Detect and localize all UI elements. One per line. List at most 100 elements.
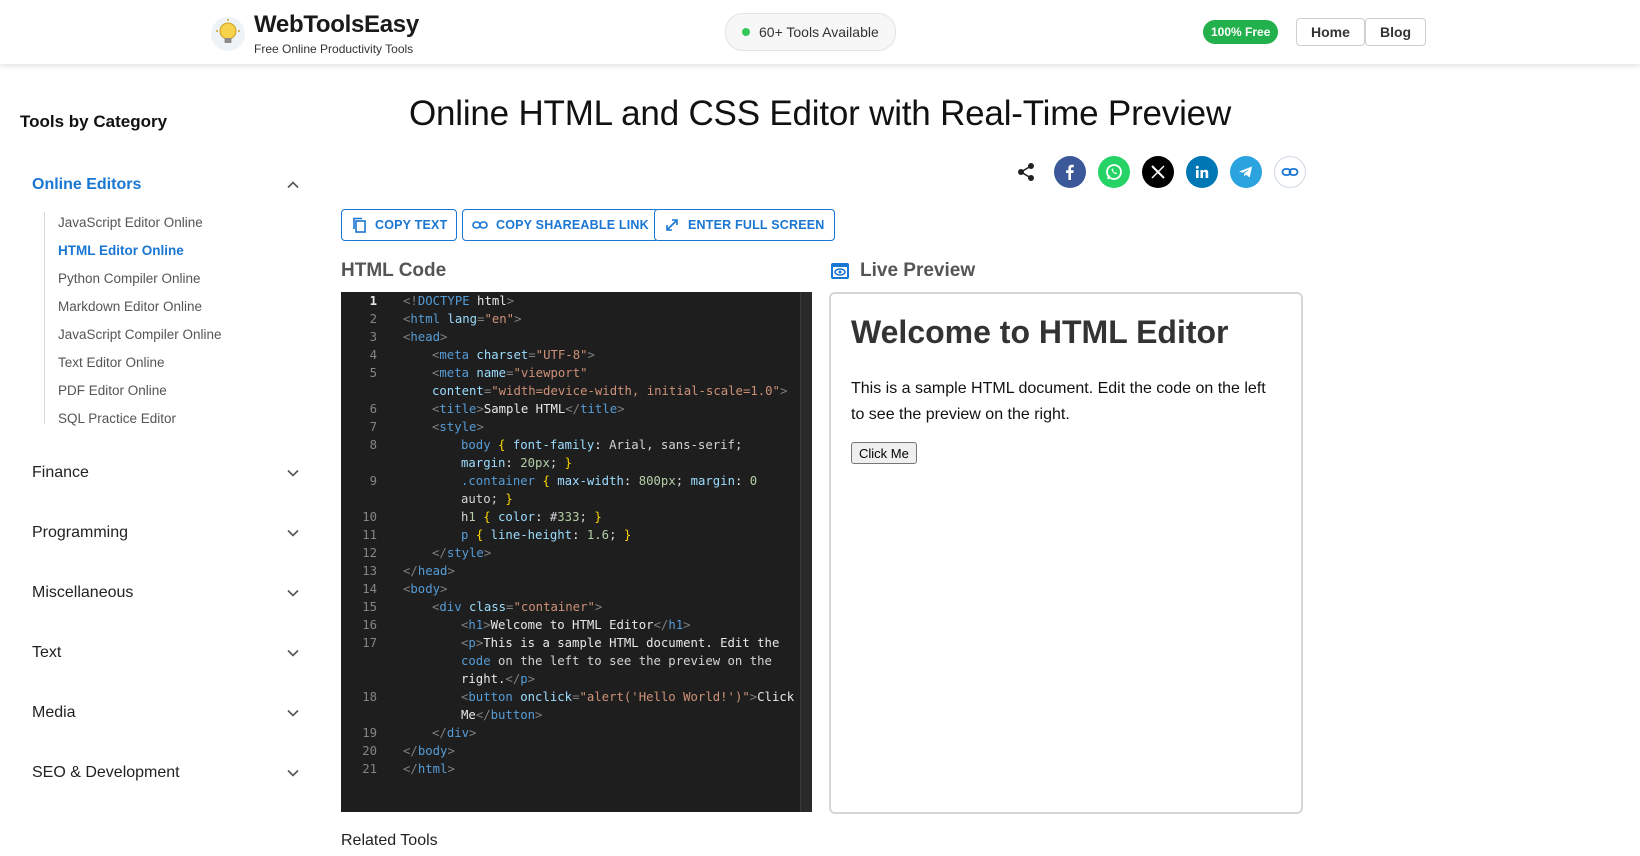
sidebar-item-text-editor[interactable]: Text Editor Online bbox=[58, 355, 165, 370]
code-line: <head> bbox=[403, 330, 448, 344]
copy-link-label: COPY SHAREABLE LINK bbox=[496, 218, 649, 232]
sidebar-category-media[interactable]: Media bbox=[32, 699, 300, 727]
code-line: code on the left to see the preview on t… bbox=[461, 654, 772, 668]
line-number: 9 bbox=[369, 474, 377, 488]
line-number: 11 bbox=[362, 528, 377, 542]
telegram-icon[interactable] bbox=[1230, 156, 1262, 188]
category-label: Miscellaneous bbox=[32, 584, 134, 601]
code-line: <body> bbox=[403, 582, 448, 596]
code-line: <p>This is a sample HTML document. Edit … bbox=[461, 636, 780, 650]
code-line: </body> bbox=[403, 744, 455, 758]
enter-full-screen-button[interactable]: ENTER FULL SCREEN bbox=[654, 209, 835, 241]
html-code-editor[interactable]: 1 2 3 4 5 6 7 8 9 10 11 12 13 14 15 16 1… bbox=[341, 292, 811, 812]
copy-text-label: COPY TEXT bbox=[375, 218, 448, 232]
sidebar-category-online-editors[interactable]: Online Editors bbox=[32, 171, 300, 199]
html-code-label: HTML Code bbox=[341, 260, 447, 281]
line-number: 3 bbox=[369, 330, 377, 344]
x-icon[interactable] bbox=[1142, 156, 1174, 188]
sidebar-item-html-editor[interactable]: HTML Editor Online bbox=[58, 243, 184, 258]
share-bar bbox=[1010, 156, 1318, 188]
line-number: 17 bbox=[362, 636, 377, 650]
code-line: <h1>Welcome to HTML Editor</h1> bbox=[461, 618, 691, 632]
copy-shareable-link-button[interactable]: COPY SHAREABLE LINK bbox=[462, 209, 659, 241]
code-line: body { font-family: Arial, sans-serif; bbox=[461, 438, 743, 452]
sidebar-category-miscellaneous[interactable]: Miscellaneous bbox=[32, 579, 300, 607]
sidebar-item-markdown-editor[interactable]: Markdown Editor Online bbox=[58, 299, 202, 314]
nav-home-button[interactable]: Home bbox=[1296, 18, 1365, 46]
copy-text-button[interactable]: COPY TEXT bbox=[341, 209, 458, 241]
chevron-down-icon bbox=[287, 649, 299, 657]
related-tools-heading: Related Tools bbox=[341, 832, 438, 849]
linkedin-icon[interactable] bbox=[1186, 156, 1218, 188]
line-number: 20 bbox=[362, 744, 377, 758]
sidebar-category-text[interactable]: Text bbox=[32, 639, 300, 667]
code-line: p { line-height: 1.6; } bbox=[461, 528, 632, 542]
line-number: 6 bbox=[369, 402, 377, 416]
link-icon[interactable] bbox=[1274, 156, 1306, 188]
line-number: 13 bbox=[362, 564, 377, 578]
line-number: 1 bbox=[369, 294, 377, 308]
code-line: <meta name="viewport" bbox=[432, 366, 588, 380]
chevron-up-icon bbox=[287, 181, 299, 189]
site-header: WebToolsEasy Free Online Productivity To… bbox=[0, 0, 1640, 64]
code-line: <!DOCTYPE html> bbox=[403, 294, 515, 308]
site-logo[interactable]: WebToolsEasy Free Online Productivity To… bbox=[210, 12, 419, 56]
live-preview-heading: Live Preview bbox=[830, 260, 975, 282]
code-line: <html lang="en"> bbox=[403, 312, 522, 326]
copy-icon bbox=[353, 217, 366, 233]
link-icon bbox=[472, 221, 488, 229]
fullscreen-icon bbox=[666, 219, 678, 231]
sidebar-item-javascript-editor[interactable]: JavaScript Editor Online bbox=[58, 215, 203, 230]
line-number: 14 bbox=[362, 582, 377, 596]
code-line: auto; } bbox=[461, 492, 513, 506]
line-number: 8 bbox=[369, 438, 377, 452]
lightbulb-icon bbox=[211, 17, 245, 51]
code-line: </div> bbox=[432, 726, 477, 740]
nav-blog-button[interactable]: Blog bbox=[1365, 18, 1427, 46]
chevron-down-icon bbox=[287, 769, 299, 777]
preview-paragraph: This is a sample HTML document. Edit the… bbox=[851, 380, 1266, 423]
code-line: <div class="container"> bbox=[432, 600, 603, 614]
chevron-down-icon bbox=[287, 469, 299, 477]
code-line: <title>Sample HTML</title> bbox=[432, 402, 625, 416]
editor-scrollbar[interactable] bbox=[800, 292, 812, 812]
preview-click-me-button[interactable]: Click Me bbox=[851, 442, 917, 464]
live-preview-label: Live Preview bbox=[860, 260, 976, 281]
sidebar-title: Tools by Category bbox=[20, 112, 168, 131]
code-line: <meta charset="UTF-8"> bbox=[432, 348, 595, 362]
live-preview-panel: Welcome to HTML Editor This is a sample … bbox=[829, 292, 1303, 814]
sidebar-item-javascript-compiler[interactable]: JavaScript Compiler Online bbox=[58, 327, 222, 342]
sidebar-category-finance[interactable]: Finance bbox=[32, 459, 300, 487]
line-number: 4 bbox=[369, 348, 377, 362]
line-number: 18 bbox=[362, 690, 377, 704]
code-line: content="width=device-width, initial-sca… bbox=[432, 384, 788, 398]
code-line: </head> bbox=[403, 564, 455, 578]
tools-count-label: 60+ Tools Available bbox=[759, 24, 879, 40]
code-line: right.</p> bbox=[461, 672, 536, 686]
preview-heading: Welcome to HTML Editor bbox=[851, 314, 1229, 350]
page-title: Online HTML and CSS Editor with Real-Tim… bbox=[408, 94, 1232, 133]
free-badge: 100% Free bbox=[1203, 20, 1279, 44]
category-label: Finance bbox=[32, 464, 89, 481]
sidebar-category-programming[interactable]: Programming bbox=[32, 519, 300, 547]
code-line: .container { max-width: 800px; margin: 0 bbox=[461, 474, 758, 488]
sidebar-item-python-compiler[interactable]: Python Compiler Online bbox=[58, 271, 201, 286]
sidebar-category-seo-development[interactable]: SEO & Development bbox=[32, 759, 300, 787]
code-line: </style> bbox=[432, 546, 492, 560]
sidebar-item-sql-practice[interactable]: SQL Practice Editor bbox=[58, 411, 176, 426]
share-icon[interactable] bbox=[1010, 156, 1042, 188]
line-number: 16 bbox=[362, 618, 377, 632]
category-label: Programming bbox=[32, 524, 129, 541]
whatsapp-icon[interactable] bbox=[1098, 156, 1130, 188]
sidebar-item-pdf-editor[interactable]: PDF Editor Online bbox=[58, 383, 167, 398]
line-number: 12 bbox=[362, 546, 377, 560]
code-line: <button onclick="alert('Hello World!')">… bbox=[461, 690, 795, 704]
code-line: h1 { color: #333; } bbox=[461, 510, 602, 524]
fullscreen-label: ENTER FULL SCREEN bbox=[688, 218, 825, 232]
category-label: Text bbox=[32, 644, 62, 661]
chevron-down-icon bbox=[287, 529, 299, 537]
facebook-icon[interactable] bbox=[1054, 156, 1086, 188]
category-label: Online Editors bbox=[32, 176, 142, 193]
chevron-down-icon bbox=[287, 589, 299, 597]
line-number: 15 bbox=[362, 600, 377, 614]
